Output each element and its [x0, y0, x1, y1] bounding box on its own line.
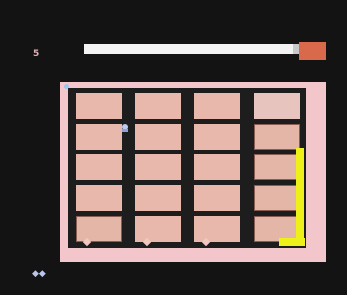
- board-tile[interactable]: [76, 216, 122, 242]
- board-tile[interactable]: [254, 185, 300, 211]
- board-tile[interactable]: [135, 93, 181, 119]
- side-energy-bar-foot: [279, 238, 305, 246]
- start-dot-icon: [64, 84, 69, 89]
- board-tile[interactable]: [76, 154, 122, 180]
- board-tile[interactable]: [254, 93, 300, 119]
- progress-bar-fill: [84, 44, 294, 54]
- board-tile[interactable]: [135, 185, 181, 211]
- progress-bar: [84, 44, 302, 54]
- level-label: 5: [33, 49, 40, 59]
- board-tile[interactable]: [254, 154, 300, 180]
- board-tile[interactable]: [135, 124, 181, 150]
- board-tile[interactable]: [194, 216, 240, 242]
- progress-end-cap: [299, 42, 326, 60]
- board-tile[interactable]: [76, 93, 122, 119]
- board-tile[interactable]: [135, 216, 181, 242]
- board-tile[interactable]: [194, 154, 240, 180]
- board-tile[interactable]: [194, 185, 240, 211]
- board-tile[interactable]: [76, 124, 122, 150]
- board-tile[interactable]: [254, 124, 300, 150]
- board-tile[interactable]: [135, 154, 181, 180]
- board-tile[interactable]: [76, 185, 122, 211]
- game-screen: 5 ◆◆: [0, 0, 347, 295]
- board-tile[interactable]: [194, 124, 240, 150]
- lives-icon: ◆◆: [32, 269, 46, 279]
- player-icon[interactable]: [120, 123, 130, 133]
- board-tile[interactable]: [194, 93, 240, 119]
- side-energy-bar: [296, 148, 304, 244]
